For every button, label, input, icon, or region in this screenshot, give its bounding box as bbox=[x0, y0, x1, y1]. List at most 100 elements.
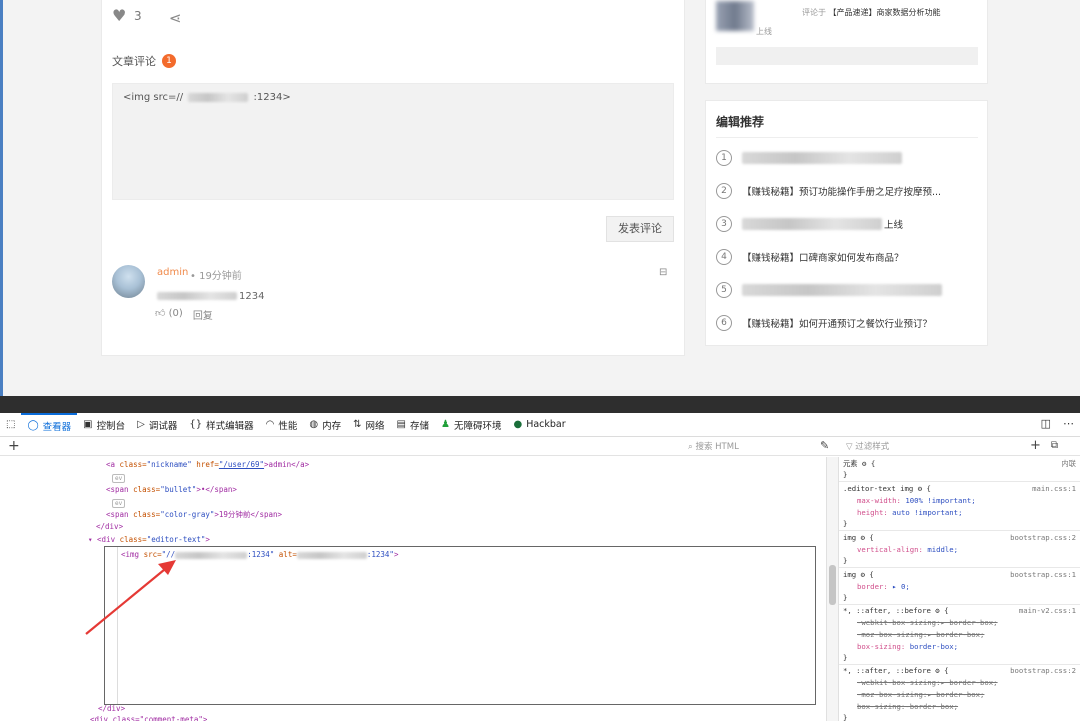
redacted-host bbox=[296, 551, 367, 559]
recommend-item[interactable]: 5 bbox=[716, 280, 978, 300]
thumbs-up-button[interactable]: 👍︎ (0) bbox=[155, 307, 183, 322]
declaration-overridden[interactable]: box-sizing:-border-box; bbox=[857, 701, 958, 713]
recommend-item[interactable]: 4 【赚钱秘籍】口碑商家如何发布商品？ bbox=[716, 247, 978, 267]
recommend-item[interactable]: 3 上线 bbox=[716, 214, 978, 234]
rule-source[interactable]: bootstrap.css:2 bbox=[1010, 532, 1076, 544]
scrollbar-thumb[interactable] bbox=[829, 565, 836, 605]
like-count: 3 bbox=[134, 9, 142, 23]
storage-icon: ▤ bbox=[396, 419, 406, 430]
recent-comment-link[interactable]: 【产品速递】商家数据分析功能 bbox=[829, 8, 941, 17]
rules-toolbar-buttons: + ⧉ bbox=[1030, 437, 1058, 455]
recommend-item[interactable]: 2 【赚钱秘籍】预订功能操作手册之足疗按摩预... bbox=[716, 181, 978, 201]
comment-author[interactable]: admin bbox=[157, 267, 188, 278]
declaration[interactable]: box-sizing: border-box; bbox=[857, 641, 958, 653]
devtools-splitter[interactable] bbox=[0, 396, 1080, 413]
rules-view[interactable]: 元素 ⚙ { 内联 } .editor-text img ⚙ { main.cs… bbox=[838, 457, 1080, 721]
reply-link[interactable]: 回复 bbox=[193, 307, 213, 322]
declaration[interactable]: max-width: 100% !important; bbox=[857, 495, 976, 507]
rule-source[interactable]: main.css:1 bbox=[1032, 483, 1076, 495]
gear-icon[interactable]: ⚙ bbox=[935, 666, 939, 675]
search-html-input[interactable]: ⌕ 搜索 HTML bbox=[688, 440, 739, 452]
brace: { bbox=[944, 666, 949, 675]
tab-accessibility[interactable]: ♟ 无障碍环境 bbox=[435, 413, 507, 437]
submit-comment-button[interactable]: 发表评论 bbox=[606, 216, 674, 242]
gear-icon[interactable]: ⚙ bbox=[862, 459, 866, 468]
rule-header[interactable]: *, ::after, ::before ⚙ { bbox=[843, 665, 949, 677]
declaration-overridden[interactable]: -moz-box-sizing:▸ border-box; bbox=[857, 629, 984, 641]
devtools-panel: ⬚ ◯ 查看器 ▣ 控制台 ▷ 调试器 {} 样式编辑器 ◠ 性能 ◍ 内存 ⇅ 网络 ▤ 存储… bbox=[0, 412, 1080, 721]
tab-network[interactable]: ⇅ 网络 bbox=[347, 413, 390, 437]
prop-value: middle; bbox=[927, 545, 959, 554]
redacted-host bbox=[188, 92, 249, 102]
add-rule-icon[interactable]: + bbox=[1030, 437, 1041, 455]
tab-performance[interactable]: ◠ 性能 bbox=[260, 413, 304, 437]
prop-name: box-sizing: bbox=[857, 642, 906, 651]
like-count-label: (0) bbox=[168, 308, 183, 319]
rule-header[interactable]: *, ::after, ::before ⚙ { bbox=[843, 605, 949, 617]
dock-icon[interactable]: ◫ bbox=[1041, 417, 1051, 430]
rule-source[interactable]: bootstrap.css:1 bbox=[1010, 569, 1076, 581]
gear-icon[interactable]: ⚙ bbox=[861, 570, 865, 579]
recent-comment-action: 评论于 bbox=[802, 8, 826, 17]
prop-value: ▸ 0; bbox=[892, 582, 910, 591]
brace: } bbox=[843, 713, 848, 721]
more-options-icon[interactable]: ⋯ bbox=[1063, 417, 1074, 430]
heart-icon[interactable]: ♥ bbox=[112, 8, 128, 24]
rank-number: 6 bbox=[716, 315, 732, 331]
declaration-overridden[interactable]: -moz-box-sizing:▸ border-box; bbox=[857, 689, 984, 701]
brace: { bbox=[944, 606, 949, 615]
element-rule-header[interactable]: 元素 ⚙ { bbox=[843, 458, 875, 470]
user-thumbnail[interactable] bbox=[716, 1, 754, 31]
rule-source[interactable]: main-v2.css:1 bbox=[1019, 605, 1076, 617]
prop-name: height: bbox=[857, 508, 888, 517]
rule-header[interactable]: .editor-text img ⚙ { bbox=[843, 483, 931, 495]
prop-name: border: bbox=[857, 582, 888, 591]
gear-icon[interactable]: ⚙ bbox=[935, 606, 939, 615]
avatar[interactable] bbox=[112, 265, 145, 298]
eyedropper-icon[interactable]: ✎ bbox=[820, 439, 829, 452]
tab-hackbar[interactable]: ● Hackbar bbox=[507, 413, 571, 437]
filter-icon: ▽ bbox=[846, 442, 856, 452]
toggle-pseudo-icon[interactable]: ⧉ bbox=[1051, 437, 1058, 455]
outer-html-editor[interactable]: <img src="//:1234" alt=:1234"> bbox=[104, 546, 816, 705]
markup-scrollbar[interactable] bbox=[826, 457, 838, 721]
rule-header[interactable]: img ⚙ { bbox=[843, 532, 874, 544]
recommend-item[interactable]: 6 【赚钱秘籍】如何开通预订之餐饮行业预订？ bbox=[716, 313, 978, 333]
attr-value[interactable]: "/user/69" bbox=[219, 460, 264, 469]
rule-source[interactable]: 内联 bbox=[1061, 458, 1076, 470]
report-icon[interactable]: ⊟ bbox=[659, 267, 667, 278]
comment-input-suffix: :1234> bbox=[253, 92, 291, 103]
redacted-title bbox=[742, 218, 882, 230]
rank-number: 1 bbox=[716, 150, 732, 166]
redacted-host bbox=[157, 292, 237, 300]
brace: } bbox=[843, 519, 848, 528]
declaration[interactable]: height: auto !important; bbox=[857, 507, 962, 519]
tab-memory[interactable]: ◍ 内存 bbox=[303, 413, 347, 437]
tab-label: 内存 bbox=[322, 420, 342, 432]
declaration-overridden[interactable]: -webkit-box-sizing:▸ border-box; bbox=[857, 617, 998, 629]
declaration[interactable]: border: ▸ 0; bbox=[857, 581, 910, 593]
attr-value: :1234" bbox=[247, 550, 275, 559]
divider bbox=[839, 567, 1080, 568]
comment-textarea[interactable]: <img src=// :1234> bbox=[112, 83, 674, 200]
tab-storage[interactable]: ▤ 存储 bbox=[391, 413, 435, 437]
rule-source[interactable]: bootstrap.css:2 bbox=[1010, 665, 1076, 677]
gear-icon[interactable]: ⚙ bbox=[918, 484, 922, 493]
share-icon[interactable]: ⋖ bbox=[169, 9, 182, 27]
filter-styles-input[interactable]: ▽ 过滤样式 bbox=[846, 440, 889, 452]
attr-name: alt= bbox=[274, 550, 297, 559]
declaration[interactable]: vertical-align: middle; bbox=[857, 544, 958, 556]
network-icon: ⇅ bbox=[353, 419, 362, 430]
declaration-overridden[interactable]: -webkit-box-sizing:▸ border-box; bbox=[857, 677, 998, 689]
prop-value: border-box; bbox=[909, 642, 959, 651]
recommend-item[interactable]: 1 bbox=[716, 148, 978, 168]
comments-title: 文章评论 bbox=[112, 55, 156, 68]
brace: { bbox=[870, 459, 876, 468]
hackbar-icon: ● bbox=[513, 419, 523, 430]
brace: { bbox=[869, 533, 874, 542]
recent-comment-link-tail[interactable]: 上线 bbox=[756, 26, 772, 37]
thumbs-up-icon: 👍︎ bbox=[155, 308, 166, 319]
rule-selector: 元素 bbox=[843, 459, 858, 468]
gear-icon[interactable]: ⚙ bbox=[861, 533, 865, 542]
rule-header[interactable]: img ⚙ { bbox=[843, 569, 874, 581]
